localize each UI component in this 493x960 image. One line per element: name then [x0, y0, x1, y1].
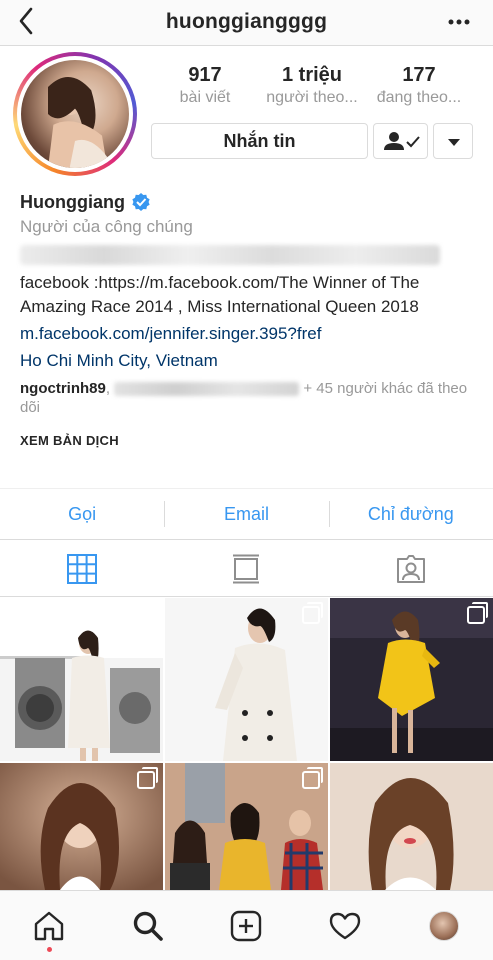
story-ring[interactable]	[13, 52, 137, 176]
call-button[interactable]: Gọi	[0, 489, 164, 539]
grid-photo[interactable]	[330, 763, 493, 890]
stat-followers-value: 1 triệu	[281, 64, 343, 86]
nav-new-post[interactable]	[197, 891, 296, 960]
nav-home[interactable]	[0, 891, 99, 960]
verified-badge-icon	[132, 193, 150, 211]
stat-posts-label: bài viết	[179, 89, 231, 106]
grid-photo[interactable]	[0, 763, 163, 890]
feed-icon	[233, 554, 260, 583]
nav-search[interactable]	[99, 891, 198, 960]
carousel-icon	[137, 767, 158, 789]
new-post-icon	[231, 910, 262, 941]
message-button[interactable]: Nhắn tin	[151, 123, 368, 159]
profile-name: Huonggiang	[20, 191, 125, 212]
bio-text: facebook :https://m.facebook.com/The Win…	[20, 273, 420, 316]
followed-by[interactable]: ngoctrinh89, + 45 người khác đã theo dõi	[20, 379, 480, 417]
stat-following[interactable]: 177 đang theo...	[364, 64, 474, 107]
grid-photo[interactable]	[165, 763, 328, 890]
blurred-contact-line	[20, 245, 440, 265]
stat-following-label: đang theo...	[376, 89, 462, 106]
bio-website-link[interactable]: m.facebook.com/jennifer.singer.395?fref	[20, 322, 480, 346]
grid-photo[interactable]	[165, 598, 328, 761]
profile-avatar-small	[428, 910, 459, 941]
suggestions-dropdown-button[interactable]	[433, 123, 473, 159]
bio-location-link[interactable]: Ho Chi Minh City, Vietnam	[20, 349, 480, 373]
profile-category: Người của công chúng	[20, 217, 193, 236]
stat-followers-label: người theo...	[266, 89, 358, 106]
bottom-navigation	[0, 890, 493, 960]
caret-down-icon	[448, 139, 460, 146]
more-dots-icon	[448, 19, 470, 25]
profile-tabs	[0, 541, 493, 597]
carousel-icon	[137, 602, 158, 624]
profile-bio: Huonggiang Người của công chúng facebook…	[20, 190, 480, 448]
nav-activity[interactable]	[296, 891, 395, 960]
stat-posts-value: 917	[188, 64, 222, 86]
heart-icon	[329, 912, 361, 939]
stat-following-value: 177	[402, 64, 436, 86]
tagged-person-icon	[396, 554, 425, 583]
home-icon	[35, 911, 64, 940]
profile-avatar	[21, 60, 129, 168]
profile-username: huonggiangggg	[165, 10, 328, 33]
following-button[interactable]	[373, 123, 428, 159]
search-icon	[133, 911, 163, 941]
carousel-icon	[302, 602, 323, 624]
followed-by-user: ngoctrinh89	[20, 380, 106, 397]
top-bar: huonggiangggg	[0, 0, 493, 46]
tab-grid[interactable]	[0, 541, 164, 596]
tab-feed[interactable]	[164, 541, 328, 596]
blurred-usernames	[114, 382, 300, 397]
grid-photo[interactable]	[330, 598, 493, 761]
contact-actions: Gọi Email Chỉ đường	[0, 488, 493, 540]
carousel-icon	[302, 767, 323, 789]
email-button[interactable]: Email	[164, 489, 328, 539]
stat-followers[interactable]: 1 triệu người theo...	[257, 64, 367, 107]
notification-dot	[47, 947, 53, 952]
see-translation-link[interactable]: XEM BẢN DỊCH	[20, 433, 480, 448]
more-options-button[interactable]	[445, 12, 473, 32]
stat-posts[interactable]: 917 bài viết	[150, 64, 260, 107]
user-check-icon	[384, 132, 420, 150]
carousel-icon	[467, 602, 488, 624]
grid-icon	[67, 553, 98, 584]
nav-profile[interactable]	[394, 891, 493, 960]
grid-photo[interactable]	[0, 598, 163, 761]
tab-tagged[interactable]	[329, 541, 493, 596]
directions-button[interactable]: Chỉ đường	[328, 489, 493, 539]
